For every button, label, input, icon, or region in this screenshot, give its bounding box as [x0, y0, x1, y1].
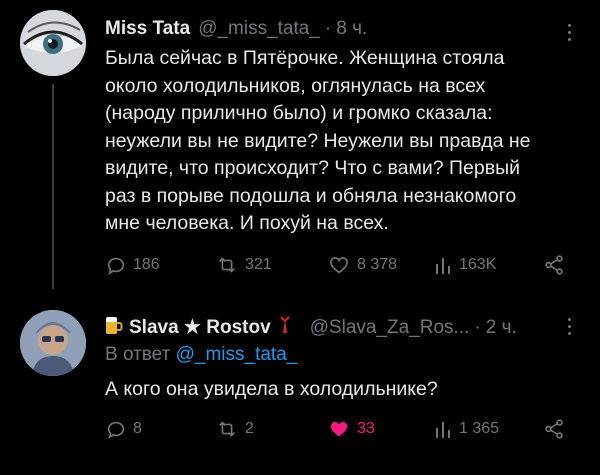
tweet-text: А кого она увидела в холодильнике?	[105, 376, 585, 404]
tweet-text-line: неужели вы не видите? Неужели вы правда …	[105, 129, 531, 152]
timestamp[interactable]: 8 ч.	[336, 18, 367, 40]
eye-avatar-image	[20, 10, 86, 76]
action-bar: 186 321 8 378 163K	[105, 254, 575, 280]
retweet-button[interactable]: 2	[215, 418, 254, 440]
author-name[interactable]: Miss Tata	[105, 18, 190, 40]
author-handle[interactable]: @Slava_Za_Ros...	[310, 317, 470, 339]
avatar[interactable]	[20, 10, 86, 76]
views-count: 163K	[459, 256, 497, 273]
tweet-text-line: видите, что происходит? Что с вами? Перв…	[105, 157, 521, 179]
views-button[interactable]: 163K	[433, 254, 496, 276]
reply-count: 186	[133, 256, 160, 273]
reply-mention-link[interactable]: @_miss_tata_	[176, 344, 298, 365]
views-button[interactable]: 1 365	[433, 418, 499, 440]
tweet-text-line: раз в порыве подошла и обняла незнакомог…	[105, 184, 517, 207]
tweet-miss-tata[interactable]: Miss Tata @_miss_tata_ · 8 ч. Была сейча…	[0, 0, 600, 292]
reply-icon	[107, 421, 125, 440]
like-button[interactable]: 8 378	[327, 254, 397, 276]
views-count: 1 365	[459, 420, 500, 437]
views-bar-chart-icon	[436, 258, 450, 274]
avatar[interactable]	[20, 310, 86, 376]
share-button[interactable]	[543, 254, 565, 276]
more-options-icon[interactable]	[566, 318, 572, 338]
retweet-count: 321	[245, 256, 272, 273]
retweet-button[interactable]: 321	[215, 254, 272, 276]
retweet-count: 2	[245, 420, 254, 437]
crayfish-emoji-icon	[278, 315, 292, 335]
like-count: 8 378	[357, 256, 398, 273]
action-bar: 8 2 33 1 365	[105, 418, 575, 444]
tweet-text-line: Была сейчас в Пятёрочке. Женщина стояла	[105, 47, 505, 69]
more-options-icon[interactable]	[566, 24, 572, 44]
tweet-slava-rostov[interactable]: Slava ★ Rostov @Slava_Za_Ros... · 2 ч. В…	[0, 300, 600, 475]
retweet-icon	[219, 421, 235, 437]
heart-icon	[329, 257, 349, 274]
heart-filled-icon	[330, 421, 348, 437]
separator-dot: ·	[324, 18, 332, 39]
author-name[interactable]: Slava ★ Rostov	[129, 316, 271, 339]
retweet-icon	[219, 257, 235, 273]
timestamp[interactable]: 2 ч.	[486, 317, 517, 339]
separator-dot: ·	[474, 317, 481, 338]
views-bar-chart-icon	[436, 422, 450, 438]
tweet-text-line: А кого она увидела в холодильнике?	[105, 378, 438, 400]
tweet-header: Miss Tata @_miss_tata_ · 8 ч.	[105, 18, 367, 40]
reply-button[interactable]: 186	[105, 254, 160, 276]
share-button[interactable]	[543, 418, 565, 440]
reply-count: 8	[133, 420, 142, 437]
like-button[interactable]: 33	[327, 418, 375, 440]
share-icon	[545, 419, 563, 439]
beer-mug-icon	[105, 315, 123, 335]
reply-icon	[107, 257, 125, 276]
reply-context: В ответ @_miss_tata_	[105, 344, 297, 366]
author-handle[interactable]: @_miss_tata_	[198, 18, 320, 40]
reply-prefix: В ответ	[105, 344, 176, 365]
man-with-cap-avatar-image	[20, 310, 86, 376]
thread-line	[52, 84, 54, 289]
tweet-text: Была сейчас в Пятёрочке. Женщина стояла …	[105, 45, 585, 238]
tweet-text-line: (народу прилично было) и громко сказала:	[105, 102, 493, 124]
reply-button[interactable]: 8	[105, 418, 142, 440]
like-count: 33	[357, 420, 375, 437]
tweet-text-line: мне человека. И похуй на всех.	[105, 212, 389, 234]
share-icon	[545, 255, 563, 275]
tweet-header: Slava ★ Rostov @Slava_Za_Ros... · 2 ч.	[105, 313, 517, 339]
tweet-text-line: около холодильников, оглянулась на всех	[105, 74, 486, 97]
